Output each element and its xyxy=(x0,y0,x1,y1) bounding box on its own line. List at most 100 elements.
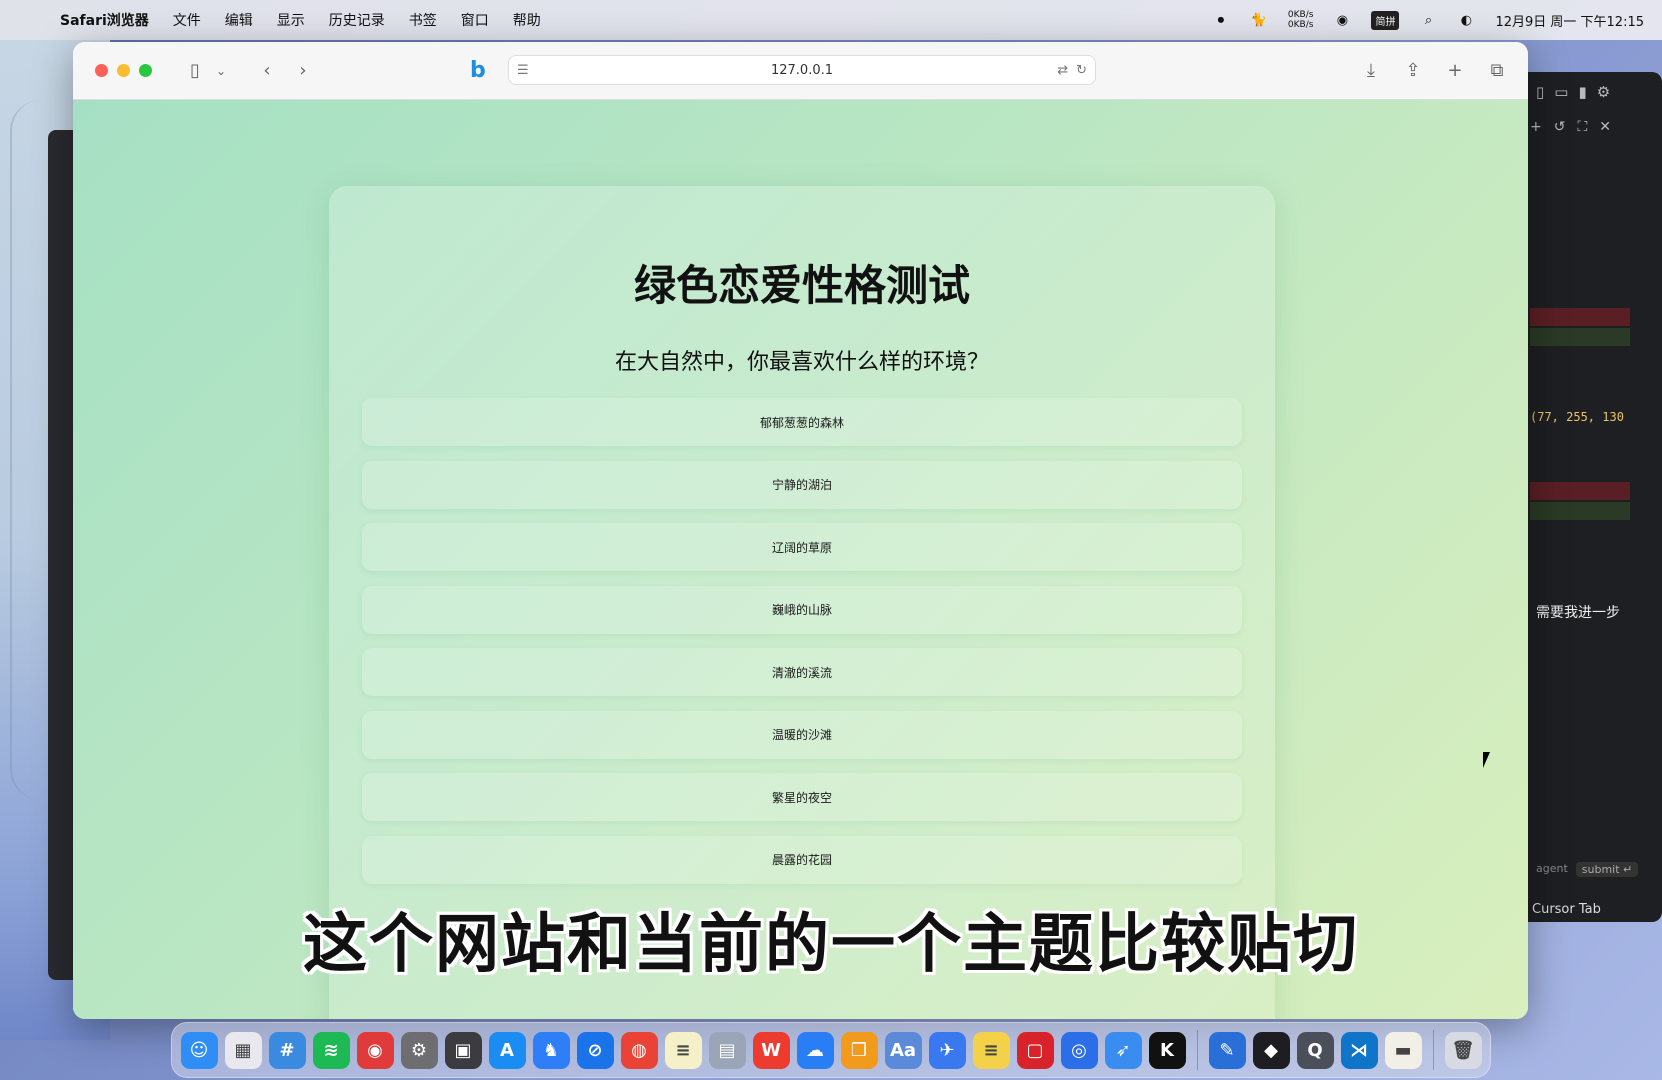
menu-window[interactable]: 窗口 xyxy=(461,10,489,30)
sidebar-right-icon[interactable]: ▮ xyxy=(1578,83,1586,101)
launchpad-icon[interactable]: ▦ xyxy=(224,1031,262,1069)
agent-label[interactable]: agent xyxy=(1536,862,1568,877)
zoom-window-button[interactable] xyxy=(139,64,152,77)
copilot-icon[interactable]: ◎ xyxy=(1060,1031,1098,1069)
notes-stack-icon[interactable]: ▬ xyxy=(1384,1031,1422,1069)
option-beach[interactable]: 温暖的沙滩 xyxy=(362,710,1242,759)
option-list: 郁郁葱葱的森林 宁静的湖泊 辽阔的草原 巍峨的山脉 清澈的溪流 温暖的沙滩 繁星… xyxy=(362,398,1242,898)
web-page: 绿色恋爱性格测试 在大自然中，你最喜欢什么样的环境？ 郁郁葱葱的森林 宁静的湖泊… xyxy=(73,100,1528,1019)
trash-icon[interactable]: 🗑 xyxy=(1444,1031,1482,1069)
share-icon[interactable]: ⇪ xyxy=(1400,57,1426,83)
option-starry-sky[interactable]: 繁星的夜空 xyxy=(362,773,1242,821)
option-forest[interactable]: 郁郁葱葱的森林 xyxy=(362,398,1242,446)
preview-icon[interactable]: ▤ xyxy=(708,1031,746,1069)
add-icon[interactable]: + xyxy=(1530,119,1542,135)
option-lake[interactable]: 宁静的湖泊 xyxy=(362,460,1242,509)
new-tab-icon[interactable]: + xyxy=(1442,57,1468,83)
page-menu-icon[interactable]: ☰ xyxy=(517,63,529,78)
screenshot-icon[interactable]: ▣ xyxy=(444,1031,482,1069)
toolbar-right: ⤓ ⇪ + ⧉ xyxy=(1358,57,1510,83)
translate-icon[interactable]: ⇄ xyxy=(1057,63,1068,78)
safari-icon[interactable]: ⊘ xyxy=(576,1031,614,1069)
tencent-meeting-icon[interactable]: ☁ xyxy=(796,1031,834,1069)
bing-icon[interactable]: b xyxy=(470,58,486,83)
diff-added-line xyxy=(1530,328,1630,346)
menu-file[interactable]: 文件 xyxy=(173,10,201,30)
k-app-icon[interactable]: K xyxy=(1148,1031,1186,1069)
back-icon[interactable]: ‹ xyxy=(254,58,280,84)
finder-icon[interactable]: ☺ xyxy=(180,1031,218,1069)
clock[interactable]: 12月9日 周一 下午12:15 xyxy=(1495,11,1644,30)
user-icon[interactable]: ◉ xyxy=(1333,11,1351,29)
diff-removed-line xyxy=(1530,482,1630,500)
vscode-icon[interactable]: ⋊ xyxy=(1340,1031,1378,1069)
window-controls xyxy=(95,64,152,77)
diff-removed-line xyxy=(1530,308,1630,326)
input-method-badge[interactable]: 简拼 xyxy=(1371,10,1400,30)
url-text[interactable]: 127.0.0.1 xyxy=(771,63,833,78)
netease-music-icon[interactable]: ◉ xyxy=(356,1031,394,1069)
option-grassland[interactable]: 辽阔的草原 xyxy=(362,523,1242,571)
menu-bar: Safari浏览器 文件 编辑 显示 历史记录 书签 窗口 帮助 ⏺ 🐈 0KB… xyxy=(0,0,1662,40)
qq-icon[interactable]: ♞ xyxy=(532,1031,570,1069)
wps-icon[interactable]: W xyxy=(752,1031,790,1069)
chrome-icon[interactable]: ◍ xyxy=(620,1031,658,1069)
menu-bookmarks[interactable]: 书签 xyxy=(409,10,437,30)
forward-icon[interactable]: › xyxy=(290,58,316,84)
search-icon[interactable]: ⌕ xyxy=(1419,11,1437,29)
notes-icon[interactable]: ≡ xyxy=(664,1031,702,1069)
xcode-icon[interactable]: ✎ xyxy=(1208,1031,1246,1069)
status-area: ⏺ 🐈 0KB/s 0KB/s ◉ 简拼 ⌕ ◐ 12月9日 周一 下午12:1… xyxy=(1212,10,1644,30)
cursor-app-icon[interactable]: ◆ xyxy=(1252,1031,1290,1069)
menu-app-name[interactable]: Safari浏览器 xyxy=(60,10,149,30)
diff-added-line xyxy=(1530,502,1630,520)
code-snippet: (77, 255, 130 xyxy=(1530,410,1624,424)
cat-icon[interactable]: 🐈 xyxy=(1250,11,1268,29)
menu-edit[interactable]: 编辑 xyxy=(225,10,253,30)
feishu-icon[interactable]: ✈ xyxy=(928,1031,966,1069)
sidebar-toggle-icon[interactable]: ▯ xyxy=(182,58,208,84)
mouse-cursor xyxy=(1483,752,1497,768)
dictionary-icon[interactable]: Aa xyxy=(884,1031,922,1069)
net-up: 0KB/s xyxy=(1287,10,1314,20)
expand-icon[interactable]: ⛶ xyxy=(1577,119,1587,135)
download-icon[interactable]: ⤓ xyxy=(1358,57,1384,83)
quiz-question: 在大自然中，你最喜欢什么样的环境？ xyxy=(614,350,989,375)
app-store-icon[interactable]: A xyxy=(488,1031,526,1069)
layout-icon[interactable]: ▯ xyxy=(1536,83,1544,101)
reload-icon[interactable]: ↻ xyxy=(1076,63,1087,78)
spotify-icon[interactable]: ≋ xyxy=(312,1031,350,1069)
tab-overview-icon[interactable]: ⧉ xyxy=(1484,57,1510,83)
safari-window: ▯ ⌄ ‹ › b ☰ 127.0.0.1 ⇄ ↻ ⤓ ⇪ + ⧉ 绿色恋爱性格… xyxy=(73,42,1528,1019)
dock: ☺ ▦ # ≋ ◉ ⚙ ▣ A ♞ ⊘ ◍ ≡ ▤ W ☁ ❒ Aa ✈ ≡ ▢ ◎ ➶ K ✎ ◆ Q ⋊ ▬ 🗑 xyxy=(171,1022,1491,1078)
history-icon[interactable]: ↺ xyxy=(1554,119,1566,135)
network-speed: 0KB/s 0KB/s xyxy=(1288,10,1314,30)
panel-icon[interactable]: ▭ xyxy=(1554,83,1568,101)
agent-row: agent submit ↵ xyxy=(1536,862,1639,877)
photo-booth-icon[interactable]: ▢ xyxy=(1016,1031,1054,1069)
menu-history[interactable]: 历史记录 xyxy=(329,10,385,30)
stickies-icon[interactable]: ≡ xyxy=(972,1031,1010,1069)
menu-view[interactable]: 显示 xyxy=(277,10,305,30)
quiz-title: 绿色恋爱性格测试 xyxy=(633,261,970,310)
option-mountains[interactable]: 巍峨的山脉 xyxy=(362,585,1242,634)
system-settings-icon[interactable]: ⚙ xyxy=(400,1031,438,1069)
bird-app-icon[interactable]: ➶ xyxy=(1104,1031,1142,1069)
close-window-button[interactable] xyxy=(95,64,108,77)
quicktime-icon[interactable]: Q xyxy=(1296,1031,1334,1069)
books-icon[interactable]: ❒ xyxy=(840,1031,878,1069)
control-center-icon[interactable]: ◐ xyxy=(1457,11,1475,29)
option-garden[interactable]: 晨露的花园 xyxy=(362,835,1242,884)
app-icon[interactable]: # xyxy=(268,1031,306,1069)
record-icon[interactable]: ⏺ xyxy=(1212,11,1230,29)
net-down: 0KB/s xyxy=(1287,20,1314,30)
dock-separator xyxy=(1196,1030,1198,1070)
option-stream[interactable]: 清澈的溪流 xyxy=(362,648,1242,696)
minimize-window-button[interactable] xyxy=(117,64,130,77)
address-bar[interactable]: ☰ 127.0.0.1 ⇄ ↻ xyxy=(508,55,1096,85)
settings-icon[interactable]: ⚙ xyxy=(1597,83,1610,101)
close-icon[interactable]: ✕ xyxy=(1599,119,1611,135)
menu-help[interactable]: 帮助 xyxy=(513,10,541,30)
chevron-down-icon[interactable]: ⌄ xyxy=(208,58,234,84)
submit-button[interactable]: submit ↵ xyxy=(1575,862,1639,877)
